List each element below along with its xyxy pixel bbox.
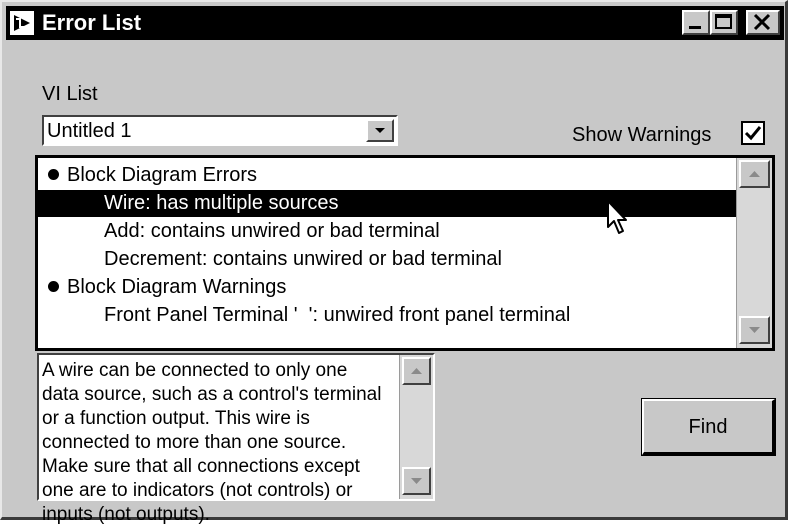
arrow-up-icon xyxy=(411,368,422,374)
find-button[interactable]: Find xyxy=(641,398,776,456)
close-button[interactable] xyxy=(746,10,780,35)
error-list-scrollbar[interactable] xyxy=(736,158,772,348)
vi-list-dropdown[interactable]: Untitled 1 xyxy=(42,115,398,146)
error-list-window: Error List VI List Untitled 1 Show Warni… xyxy=(0,0,788,525)
list-header-block-diagram-errors[interactable]: Block Diagram Errors xyxy=(38,162,736,189)
scroll-up-button[interactable] xyxy=(739,160,770,188)
checkmark-icon xyxy=(744,126,762,141)
error-description-box[interactable]: A wire can be connected to only one data… xyxy=(37,353,435,525)
arrow-down-icon xyxy=(749,327,760,333)
title-bar[interactable]: Error List xyxy=(6,6,784,40)
maximize-button[interactable] xyxy=(710,10,738,35)
show-warnings-checkbox[interactable] xyxy=(741,121,765,145)
list-item-label: Front Panel Terminal ' ': unwired front … xyxy=(104,304,571,326)
close-icon xyxy=(753,13,771,31)
list-item-label: Block Diagram Errors xyxy=(67,164,258,186)
bullet-icon xyxy=(48,281,59,292)
vi-list-selected-value: Untitled 1 xyxy=(47,120,132,142)
error-description-text: A wire can be connected to only one data… xyxy=(42,360,382,525)
scroll-up-button[interactable] xyxy=(402,357,431,385)
labview-app-icon[interactable] xyxy=(10,11,34,35)
list-header-block-diagram-warnings[interactable]: Block Diagram Warnings xyxy=(38,274,736,301)
maximize-icon xyxy=(715,14,732,29)
arrow-down-icon xyxy=(411,478,422,484)
list-item-decrement-unwired[interactable]: Decrement: contains unwired or bad termi… xyxy=(38,246,736,273)
mouse-cursor-icon xyxy=(607,200,627,234)
dropdown-toggle-button[interactable] xyxy=(366,119,394,142)
list-item-label: Wire: has multiple sources xyxy=(104,192,339,214)
scroll-down-button[interactable] xyxy=(402,467,431,495)
window-title: Error List xyxy=(42,10,142,35)
error-listbox[interactable]: Block Diagram Errors Wire: has multiple … xyxy=(35,155,775,351)
arrow-up-icon xyxy=(749,171,760,177)
list-item-label: Block Diagram Warnings xyxy=(67,276,287,298)
vi-list-label: VI List xyxy=(42,83,98,105)
list-item-label: Decrement: contains unwired or bad termi… xyxy=(104,248,502,270)
show-warnings-label: Show Warnings xyxy=(572,124,712,146)
list-item-label: Add: contains unwired or bad terminal xyxy=(104,220,440,242)
description-scrollbar[interactable] xyxy=(399,355,433,499)
scroll-down-button[interactable] xyxy=(739,316,770,344)
minimize-button[interactable] xyxy=(682,10,710,35)
bullet-icon xyxy=(48,169,59,180)
minimize-icon xyxy=(689,26,701,29)
list-item-front-panel-terminal[interactable]: Front Panel Terminal ' ': unwired front … xyxy=(38,302,736,329)
chevron-down-icon xyxy=(375,128,385,133)
